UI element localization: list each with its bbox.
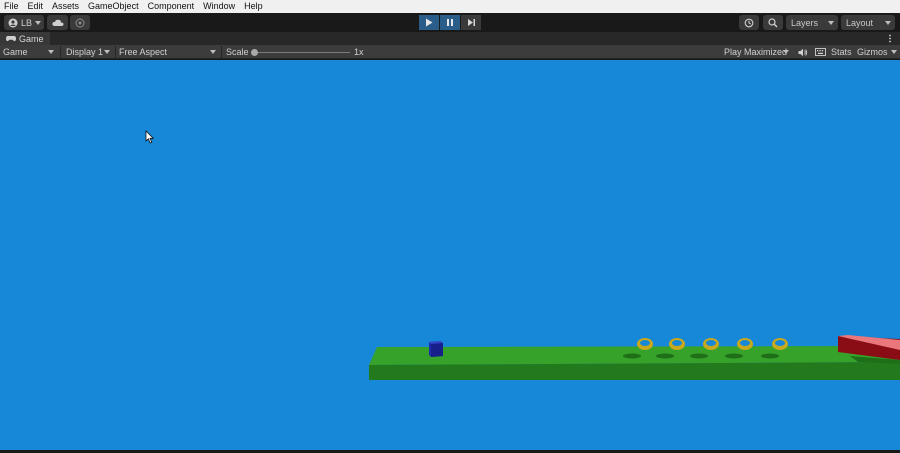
play-mode-label: Play Maximized: [724, 47, 788, 57]
keyboard-icon: [815, 48, 826, 56]
menu-file[interactable]: File: [4, 0, 19, 13]
tab-game-label: Game: [19, 33, 44, 44]
gizmos-label: Gizmos: [857, 47, 888, 57]
layout-label: Layout: [846, 17, 874, 28]
cloud-icon: [51, 19, 64, 26]
mute-audio-button[interactable]: [798, 45, 808, 59]
chevron-down-icon: [828, 21, 834, 25]
play-mode-dropdown[interactable]: Play Maximized: [724, 45, 793, 59]
account-icon: [8, 18, 18, 27]
aspect-dropdown[interactable]: Free Aspect: [119, 45, 220, 59]
layers-dropdown[interactable]: Layers: [786, 15, 838, 30]
view-mode-dropdown[interactable]: Game: [3, 45, 58, 59]
chevron-down-icon: [890, 50, 897, 54]
chevron-down-icon: [210, 50, 216, 54]
chevron-down-icon: [48, 50, 54, 54]
keyboard-shortcuts-button[interactable]: [815, 45, 826, 59]
menu-gameobject[interactable]: GameObject: [88, 0, 139, 13]
search-button[interactable]: [763, 15, 783, 30]
search-icon: [768, 17, 778, 27]
history-icon: [744, 18, 754, 27]
scale-value: 1x: [354, 47, 364, 57]
chevron-down-icon: [783, 50, 789, 54]
chevron-down-icon: [35, 20, 42, 25]
aspect-label: Free Aspect: [119, 47, 168, 57]
cloud-button[interactable]: [47, 15, 68, 30]
pause-icon: [447, 19, 453, 26]
gizmos-dropdown[interactable]: Gizmos: [857, 45, 897, 59]
play-button[interactable]: [419, 15, 439, 30]
menu-component[interactable]: Component: [148, 0, 195, 13]
account-button[interactable]: LB: [4, 15, 44, 30]
account-label: LB: [21, 17, 33, 28]
chevron-down-icon: [104, 50, 110, 54]
scale-label: Scale: [226, 47, 249, 57]
menu-bar: File Edit Assets GameObject Component Wi…: [0, 0, 900, 13]
collab-icon: [75, 18, 85, 27]
ground-platform: [369, 346, 900, 380]
step-button[interactable]: [461, 15, 481, 30]
stats-button[interactable]: Stats: [831, 45, 852, 59]
speaker-icon: [798, 48, 808, 56]
scale-slider-track[interactable]: [254, 52, 350, 53]
view-mode-label: Game: [3, 47, 28, 57]
main-toolbar: LB Layers Layout: [0, 13, 900, 32]
play-icon: [426, 18, 433, 27]
player-cube: [429, 341, 443, 357]
pause-button[interactable]: [440, 15, 460, 30]
divider: [60, 46, 61, 58]
display-label: Display 1: [66, 47, 104, 57]
divider: [221, 46, 222, 58]
chevron-down-icon: [885, 21, 891, 25]
playback-controls: [419, 15, 481, 30]
gamepad-icon: [6, 36, 16, 42]
divider: [115, 46, 116, 58]
game-controls-bar: Game Display 1 Free Aspect Scale 1x Play…: [0, 45, 900, 59]
layout-dropdown[interactable]: Layout: [841, 15, 895, 30]
tab-game[interactable]: Game: [0, 32, 50, 45]
tab-bar: Game: [0, 32, 900, 45]
step-icon: [467, 19, 475, 26]
history-button[interactable]: [739, 15, 759, 30]
more-options-icon[interactable]: [888, 34, 892, 43]
scale-slider-handle[interactable]: [251, 49, 258, 56]
layers-label: Layers: [791, 17, 819, 28]
collab-button[interactable]: [70, 15, 90, 30]
game-view[interactable]: [0, 60, 900, 450]
display-dropdown[interactable]: Display 1: [66, 45, 114, 59]
mouse-cursor-icon: [145, 130, 155, 144]
menu-edit[interactable]: Edit: [28, 0, 44, 13]
menu-assets[interactable]: Assets: [52, 0, 79, 13]
menu-window[interactable]: Window: [203, 0, 235, 13]
menu-help[interactable]: Help: [244, 0, 263, 13]
game-scene: [145, 130, 900, 380]
